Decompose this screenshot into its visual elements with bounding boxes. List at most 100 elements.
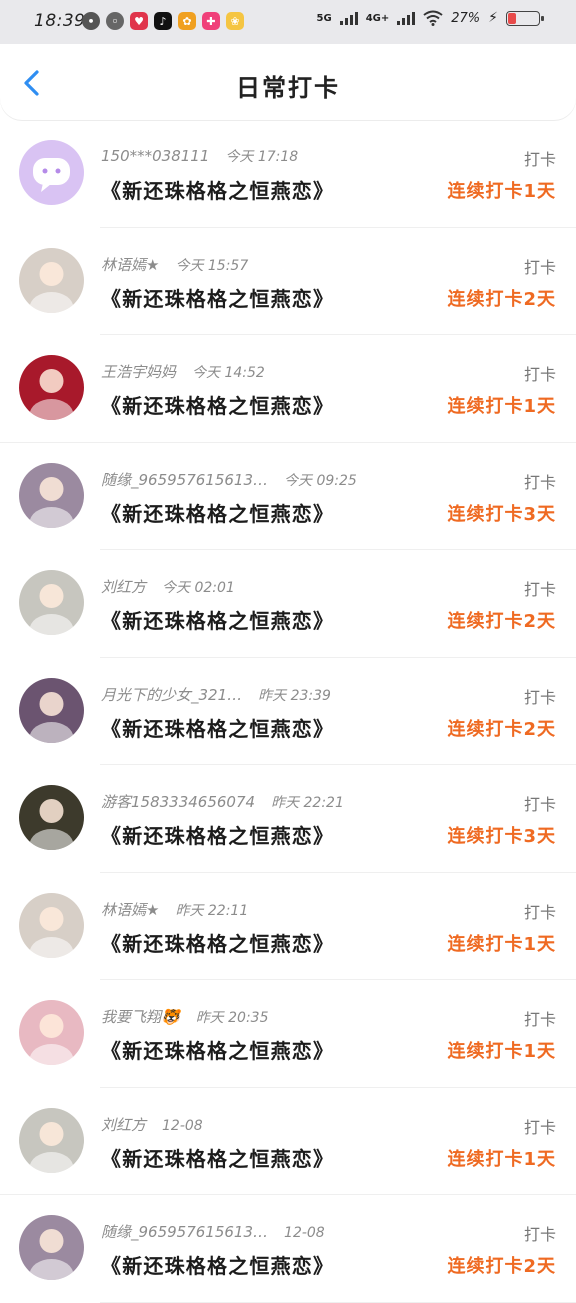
username: 林语嫣★: [101, 255, 160, 274]
streak-label: 连续打卡1天: [447, 396, 556, 417]
network-4g-label: 4G+: [365, 12, 390, 24]
user-meta: 刘红方 今天 02:01: [101, 576, 235, 597]
checkin-time: 昨天 20:35: [195, 1010, 269, 1026]
user-meta: 林语嫣★ 昨天 22:11: [101, 899, 248, 920]
user-meta: 王浩宇妈妈 今天 14:52: [101, 361, 265, 382]
checkin-time: 今天 14:52: [192, 365, 265, 381]
checkin-time: 昨天 22:11: [175, 902, 249, 919]
streak-label: 连续打卡3天: [447, 503, 556, 525]
avatar[interactable]: [19, 140, 84, 205]
streak-label: 连续打卡2天: [447, 288, 556, 310]
streak-label: 连续打卡1天: [447, 1148, 556, 1170]
network-5g-label: 5G: [316, 12, 332, 24]
app-yellow-icon: ❀: [226, 12, 244, 30]
streak-label: 连续打卡1天: [447, 933, 556, 955]
checkin-status: 打卡: [523, 795, 556, 814]
avatar[interactable]: [19, 1215, 84, 1280]
book-title: 《新还珠格格之恒燕恋》: [101, 286, 335, 311]
username: 游客1583334656074: [101, 793, 256, 811]
wifi-icon: [423, 10, 443, 26]
signal-icon: [397, 11, 416, 25]
avatar[interactable]: [19, 247, 84, 313]
list-item[interactable]: 刘红方 12-08 《新还珠格格之恒燕恋》 打卡 连续打卡1天: [0, 1088, 576, 1195]
battery-percent: 27%: [451, 10, 481, 26]
checkin-time: 12-08: [162, 1117, 203, 1134]
list-item[interactable]: 林语嫣★ 今天 15:57 《新还珠格格之恒燕恋》 打卡 连续打卡2天: [0, 228, 576, 335]
list-item[interactable]: 王浩宇妈妈 今天 14:52 《新还珠格格之恒燕恋》 打卡 连续打卡1天: [0, 335, 576, 443]
avatar[interactable]: [19, 462, 84, 528]
header: 日常打卡: [0, 44, 576, 120]
page-title: 日常打卡: [236, 74, 340, 102]
checkin-time: 今天 17:18: [225, 149, 299, 165]
username: 林语嫣★: [101, 900, 160, 919]
username: 月光下的少女_321…: [101, 685, 243, 704]
list-item[interactable]: 随缘_965957615613… 今天 09:25 《新还珠格格之恒燕恋》 打卡 …: [0, 443, 576, 550]
book-title: 《新还珠格格之恒燕恋》: [101, 179, 335, 203]
book-title: 《新还珠格格之恒燕恋》: [101, 609, 335, 633]
signal-icon: [339, 11, 358, 25]
avatar[interactable]: [19, 785, 84, 850]
streak-label: 连续打卡3天: [447, 826, 556, 847]
streak-label: 连续打卡1天: [447, 1041, 556, 1062]
checkin-time: 昨天 23:39: [258, 687, 331, 704]
username: 我要飞翔🐯: [101, 1008, 180, 1026]
status-time: 18:39: [34, 11, 86, 31]
checkin-status: 打卡: [523, 902, 556, 922]
charging-icon: ⚡: [488, 10, 498, 26]
book-title: 《新还珠格格之恒燕恋》: [101, 824, 335, 848]
book-title: 《新还珠格格之恒燕恋》: [101, 394, 335, 418]
username: 王浩宇妈妈: [101, 363, 177, 381]
streak-label: 连续打卡2天: [447, 718, 556, 740]
book-title: 《新还珠格格之恒燕恋》: [101, 716, 335, 741]
book-title: 《新还珠格格之恒燕恋》: [101, 1146, 335, 1171]
list-item[interactable]: 林语嫣★ 昨天 22:11 《新还珠格格之恒燕恋》 打卡 连续打卡1天: [0, 873, 576, 980]
checkin-status: 打卡: [523, 150, 556, 169]
avatar[interactable]: [19, 1000, 84, 1065]
list-item[interactable]: 我要飞翔🐯 昨天 20:35 《新还珠格格之恒燕恋》 打卡 连续打卡1天: [0, 980, 576, 1088]
book-title: 《新还珠格格之恒燕恋》: [101, 1039, 335, 1063]
checkin-status: 打卡: [523, 1010, 556, 1029]
avatar[interactable]: [19, 570, 84, 635]
wechat-icon: ◦: [106, 12, 124, 30]
checkin-status: 打卡: [523, 472, 556, 492]
checkin-status: 打卡: [523, 1225, 556, 1244]
list-item[interactable]: 随缘_965957615613… 12-08 《新还珠格格之恒燕恋》 打卡 连续打…: [0, 1195, 576, 1303]
list-item[interactable]: 刘红方 今天 02:01 《新还珠格格之恒燕恋》 打卡 连续打卡2天: [0, 550, 576, 658]
user-meta: 林语嫣★ 今天 15:57: [101, 254, 248, 275]
username: 150***038111: [101, 147, 210, 165]
checkin-time: 今天 09:25: [284, 472, 357, 489]
username: 刘红方: [101, 1115, 147, 1134]
book-title: 《新还珠格格之恒燕恋》: [101, 501, 335, 526]
user-meta: 游客1583334656074 昨天 22:21: [101, 791, 344, 812]
checkin-list: 150***038111 今天 17:18 《新还珠格格之恒燕恋》 打卡 连续打卡…: [0, 120, 576, 1303]
checkin-status: 打卡: [523, 365, 556, 384]
app-heart-icon: ♥: [130, 12, 148, 30]
checkin-status: 打卡: [523, 687, 556, 707]
list-item[interactable]: 游客1583334656074 昨天 22:21 《新还珠格格之恒燕恋》 打卡 连…: [0, 765, 576, 873]
checkin-status: 打卡: [523, 1117, 556, 1137]
book-title: 《新还珠格格之恒燕恋》: [101, 1254, 335, 1278]
status-right: 5G 4G+ 27% ⚡: [316, 10, 544, 26]
user-meta: 随缘_965957615613… 今天 09:25: [101, 469, 357, 490]
list-item[interactable]: 月光下的少女_321… 昨天 23:39 《新还珠格格之恒燕恋》 打卡 连续打卡2…: [0, 658, 576, 765]
list-item[interactable]: 150***038111 今天 17:18 《新还珠格格之恒燕恋》 打卡 连续打卡…: [0, 120, 576, 228]
app-notification-icon: •: [82, 12, 100, 30]
user-meta: 月光下的少女_321… 昨天 23:39: [101, 684, 331, 705]
user-meta: 随缘_965957615613… 12-08: [101, 1221, 325, 1242]
divider: [100, 1301, 576, 1303]
avatar[interactable]: [19, 892, 84, 958]
streak-label: 连续打卡1天: [447, 181, 556, 202]
user-meta: 刘红方 12-08: [101, 1114, 203, 1135]
username: 刘红方: [101, 578, 147, 596]
user-meta: 150***038111 今天 17:18: [101, 146, 298, 166]
username: 随缘_965957615613…: [101, 1223, 269, 1241]
app-pink-icon: ✚: [202, 12, 220, 30]
checkin-time: 12-08: [284, 1225, 325, 1241]
avatar[interactable]: [19, 1107, 84, 1173]
checkin-time: 昨天 22:21: [271, 795, 344, 811]
username: 随缘_965957615613…: [101, 470, 269, 489]
tiktok-icon: ♪: [154, 12, 172, 30]
avatar[interactable]: [19, 677, 84, 743]
avatar[interactable]: [19, 355, 84, 420]
streak-label: 连续打卡2天: [447, 1256, 556, 1277]
